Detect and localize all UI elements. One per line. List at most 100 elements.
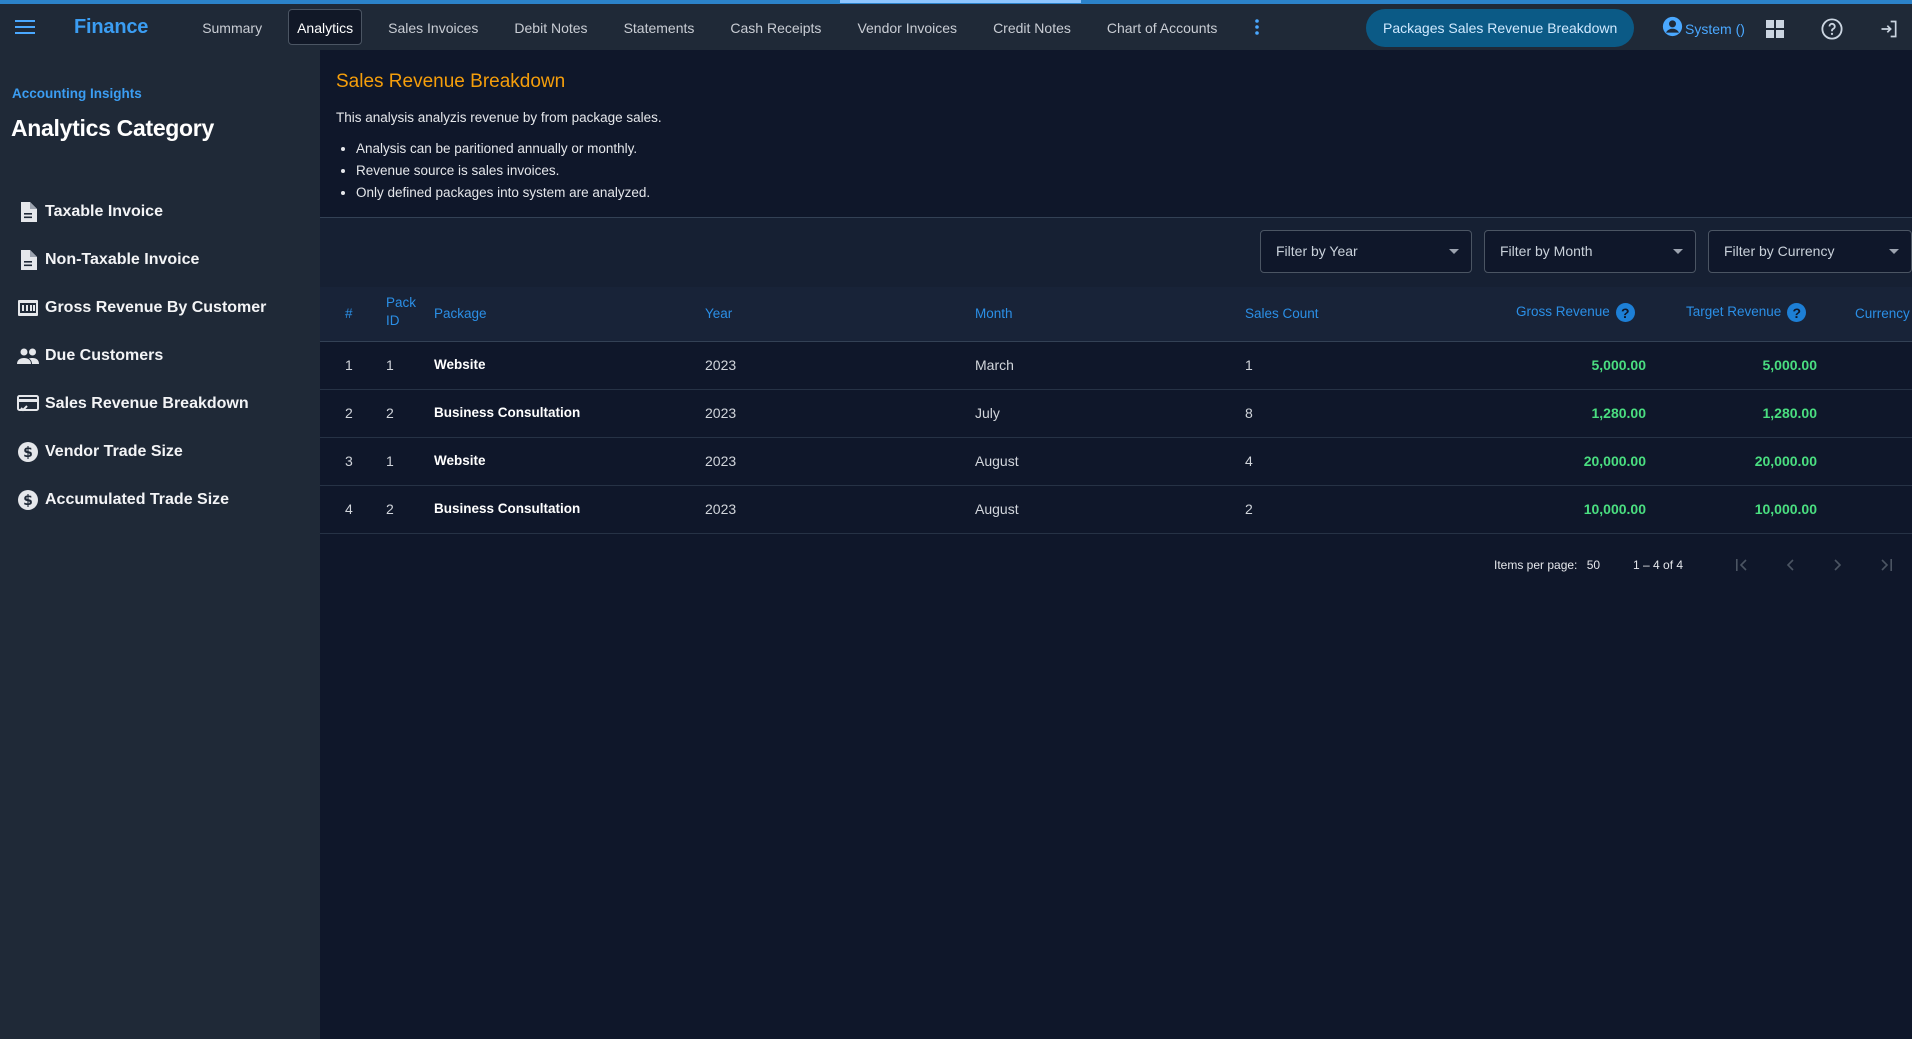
col-header-sales-count[interactable]: Sales Count: [1245, 306, 1319, 321]
nav-vendor-invoices[interactable]: Vendor Invoices: [839, 9, 975, 45]
app-header: Finance Summary Analytics Sales Invoices…: [0, 4, 1912, 50]
bullet-item: Only defined packages into system are an…: [356, 182, 650, 204]
sidebar-item-label: Accumulated Trade Size: [45, 491, 230, 508]
nav-chart-of-accounts[interactable]: Chart of Accounts: [1089, 9, 1236, 45]
user-name: System (): [1685, 21, 1745, 37]
nav-analytics[interactable]: Analytics: [288, 9, 363, 45]
sidebar-item-non-taxable-invoice[interactable]: Non-Taxable Invoice: [0, 236, 320, 284]
sidebar-item-label: Taxable Invoice: [45, 203, 163, 220]
filter-year-label: Filter by Year: [1276, 243, 1358, 259]
dropdown-caret-icon: [1449, 249, 1459, 254]
cell-num: 3: [345, 453, 353, 469]
dropdown-caret-icon: [1673, 249, 1683, 254]
sidebar-list: Taxable Invoice Non-Taxable Invoice Gros…: [0, 188, 320, 524]
col-header-pack-id[interactable]: Pack ID: [386, 295, 416, 328]
first-page-icon[interactable]: [1730, 553, 1754, 577]
menu-icon[interactable]: [2, 4, 48, 50]
sidebar-item-label: Vendor Trade Size: [45, 443, 183, 460]
col-header-package[interactable]: Package: [434, 306, 487, 321]
sidebar-item-accumulated-trade-size[interactable]: $ Accumulated Trade Size: [0, 476, 320, 524]
cell-year: 2023: [705, 357, 737, 373]
cell-sales-count: 8: [1245, 405, 1253, 421]
paginator: Items per page: 50 1 – 4 of 4: [320, 550, 1912, 580]
bullet-item: Revenue source is sales invoices.: [356, 160, 650, 182]
cell-pack-id: 2: [386, 501, 394, 517]
sidebar-item-vendor-trade-size[interactable]: $ Vendor Trade Size: [0, 428, 320, 476]
packages-sales-revenue-breakdown-button[interactable]: Packages Sales Revenue Breakdown: [1366, 9, 1635, 47]
page-title: Sales Revenue Breakdown: [336, 71, 566, 92]
col-header-num[interactable]: #: [345, 306, 353, 321]
help-icon[interactable]: ?: [1787, 303, 1807, 322]
sidebar: Accounting Insights Analytics Category T…: [0, 50, 320, 1039]
sidebar-item-gross-revenue-by-customer[interactable]: Gross Revenue By Customer: [0, 284, 320, 332]
cell-month: March: [975, 357, 1014, 373]
cell-target-revenue: 1,280.00: [1762, 405, 1818, 421]
account-circle-icon: [1662, 16, 1683, 42]
dropdown-caret-icon: [1889, 249, 1899, 254]
cell-month: July: [975, 405, 1000, 421]
cell-gross-revenue: 20,000.00: [1583, 453, 1646, 469]
nav-statements[interactable]: Statements: [606, 9, 713, 45]
cell-gross-revenue: 10,000.00: [1583, 501, 1646, 517]
svg-text:$: $: [23, 493, 33, 509]
apps-grid-icon[interactable]: [1763, 17, 1787, 41]
table-row[interactable]: 3 1 Website 2023 August 4 20,000.00 20,0…: [320, 438, 1912, 486]
people-icon: [17, 345, 39, 367]
col-header-gross-revenue-label: Gross Revenue: [1516, 304, 1610, 320]
user-menu[interactable]: System (): [1662, 16, 1745, 42]
col-header-year[interactable]: Year: [705, 306, 732, 321]
cell-package: Website: [434, 453, 486, 468]
table-row[interactable]: 2 2 Business Consultation 2023 July 8 1,…: [320, 390, 1912, 438]
app-title[interactable]: Finance: [74, 16, 148, 39]
cell-pack-id: 1: [386, 357, 394, 373]
nav-cash-receipts[interactable]: Cash Receipts: [712, 9, 839, 45]
col-header-target-revenue-label: Target Revenue: [1686, 304, 1782, 320]
dollar-circle-icon: $: [17, 489, 39, 511]
table-row[interactable]: 1 1 Website 2023 March 1 5,000.00 5,000.…: [320, 342, 1912, 390]
document-icon: [17, 201, 39, 223]
prev-page-icon[interactable]: [1778, 553, 1802, 577]
more-vert-icon[interactable]: [1243, 9, 1271, 45]
filter-currency-label: Filter by Currency: [1724, 243, 1835, 259]
logout-icon[interactable]: [1877, 17, 1901, 41]
cell-num: 2: [345, 405, 353, 421]
cell-gross-revenue: 5,000.00: [1591, 357, 1647, 373]
help-icon[interactable]: ?: [1615, 303, 1635, 322]
page-range: 1 – 4 of 4: [1633, 558, 1684, 572]
items-per-page-value[interactable]: 50: [1587, 558, 1600, 572]
cell-sales-count: 2: [1245, 501, 1253, 517]
last-page-icon[interactable]: [1874, 553, 1898, 577]
filter-year-select[interactable]: Filter by Year: [1260, 230, 1472, 273]
sidebar-item-due-customers[interactable]: Due Customers: [0, 332, 320, 380]
dollar-circle-icon: $: [17, 441, 39, 463]
nav-summary[interactable]: Summary: [184, 9, 280, 45]
filter-month-label: Filter by Month: [1500, 243, 1593, 259]
col-header-pack-id-line2: ID: [386, 313, 400, 328]
sidebar-title: Analytics Category: [11, 115, 214, 141]
description-bullets: Analysis can be paritioned annually or m…: [356, 138, 650, 204]
svg-text:$: $: [23, 445, 33, 461]
col-header-target-revenue[interactable]: Target Revenue?: [1686, 303, 1807, 322]
sidebar-item-label: Gross Revenue By Customer: [45, 299, 267, 316]
nav-debit-notes[interactable]: Debit Notes: [496, 9, 605, 45]
cell-pack-id: 2: [386, 405, 394, 421]
sidebar-item-label: Sales Revenue Breakdown: [45, 395, 249, 412]
sidebar-item-taxable-invoice[interactable]: Taxable Invoice: [0, 188, 320, 236]
cell-target-revenue: 5,000.00: [1762, 357, 1818, 373]
sidebar-item-sales-revenue-breakdown[interactable]: Sales Revenue Breakdown: [0, 380, 320, 428]
sidebar-item-label: Due Customers: [45, 347, 164, 364]
col-header-month[interactable]: Month: [975, 306, 1013, 321]
next-page-icon[interactable]: [1826, 553, 1850, 577]
cell-package: Business Consultation: [434, 501, 581, 516]
cell-month: August: [975, 501, 1019, 517]
table-header: # Pack ID Package Year Month Sales Count…: [320, 287, 1912, 342]
col-header-pack-id-line1: Pack: [386, 295, 417, 310]
table-row[interactable]: 4 2 Business Consultation 2023 August 2 …: [320, 486, 1912, 534]
nav-credit-notes[interactable]: Credit Notes: [975, 9, 1089, 45]
filter-currency-select[interactable]: Filter by Currency: [1708, 230, 1912, 273]
col-header-gross-revenue[interactable]: Gross Revenue?: [1516, 303, 1635, 322]
filter-month-select[interactable]: Filter by Month: [1484, 230, 1696, 273]
nav-sales-invoices[interactable]: Sales Invoices: [370, 9, 496, 45]
help-icon[interactable]: [1820, 17, 1844, 41]
col-header-currency[interactable]: Currency: [1855, 306, 1910, 321]
